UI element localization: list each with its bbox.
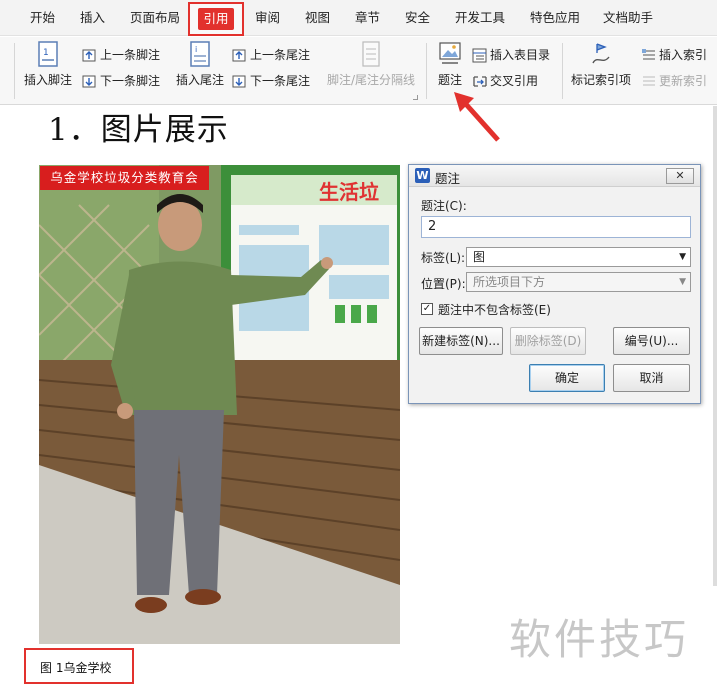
cross-reference-icon — [473, 76, 487, 87]
prev-endnote-icon — [232, 49, 246, 62]
dialog-title-bar[interactable]: W 题注 ✕ — [409, 165, 700, 187]
figure-caption[interactable]: 图 1乌金学校 — [40, 659, 111, 676]
wps-writer-icon: W — [415, 168, 430, 183]
svg-text:1: 1 — [43, 48, 49, 58]
next-footnote-label: 下一条脚注 — [100, 74, 161, 88]
caption-input[interactable]: 2 — [421, 216, 691, 238]
dialog-title: 题注 — [435, 171, 461, 186]
menu-page-layout[interactable]: 页面布局 — [130, 0, 180, 36]
separator-line-icon — [362, 41, 380, 67]
ribbon-separator — [14, 43, 15, 99]
photo-banner: 乌金学校垃圾分类教育会 — [40, 166, 209, 190]
caption-dialog: W 题注 ✕ 题注(C): 2 标签(L): 图 ▼ 位置(P): 所选项目下方… — [408, 164, 701, 404]
update-index-icon — [643, 76, 655, 86]
caption-icon — [439, 42, 461, 64]
ribbon-toolbar: 1 插入脚注 上一条脚注 下一条脚注 i 插入尾注 上一条尾注 下一条尾注 脚注… — [0, 37, 717, 105]
dropdown-arrow-icon: ▼ — [679, 277, 686, 287]
menu-chapter[interactable]: 章节 — [355, 0, 380, 36]
ribbon-separator — [562, 43, 563, 99]
prev-footnote-button[interactable]: 上一条脚注 — [82, 46, 160, 64]
menu-security[interactable]: 安全 — [405, 0, 430, 36]
menu-dev-tools[interactable]: 开发工具 — [455, 0, 505, 36]
group-expand-icon[interactable] — [413, 95, 418, 100]
new-label-button[interactable]: 新建标签(N)... — [419, 327, 503, 355]
next-footnote-icon — [82, 75, 96, 88]
next-endnote-icon — [232, 75, 246, 88]
menu-reference-highlight: 引用 — [188, 2, 244, 36]
delete-label-button[interactable]: 删除标签(D) — [510, 327, 586, 355]
cancel-button[interactable]: 取消 — [613, 364, 690, 392]
mark-index-icon — [592, 43, 610, 64]
document-heading: 1．图片展示 — [48, 112, 229, 148]
prev-footnote-label: 上一条脚注 — [100, 48, 161, 62]
menu-insert[interactable]: 插入 — [80, 0, 105, 36]
insert-index-label: 插入索引 — [659, 48, 708, 62]
position-select-value: 所选项目下方 — [473, 275, 546, 289]
menu-bar: 开始 插入 页面布局 引用 审阅 视图 章节 安全 开发工具 特色应用 文档助手 — [0, 0, 717, 36]
menu-review[interactable]: 审阅 — [255, 0, 280, 36]
photo-illustration: 生活垃 — [39, 165, 400, 644]
footnote-icon: 1 — [38, 41, 58, 67]
insert-index-icon — [642, 49, 655, 60]
vertical-scrollbar[interactable] — [713, 106, 717, 586]
update-index-button[interactable]: 更新索引 — [641, 72, 707, 90]
next-footnote-button[interactable]: 下一条脚注 — [82, 72, 160, 90]
ribbon-separator — [426, 43, 427, 99]
watermark: 软件技巧 — [509, 615, 690, 664]
dropdown-arrow-icon: ▼ — [679, 252, 686, 262]
insert-toc-table-button[interactable]: 插入表目录 — [472, 46, 550, 64]
mark-index-button[interactable]: 标记索引项 — [568, 41, 634, 88]
menu-doc-assistant[interactable]: 文档助手 — [603, 0, 653, 36]
note-separator-label: 脚注/尾注分隔线 — [326, 73, 416, 87]
poster-title: 生活垃 — [319, 180, 379, 204]
insert-footnote-label: 插入脚注 — [23, 73, 72, 87]
tag-field-label: 标签(L): — [421, 251, 466, 265]
caption-highlight-box: 图 1乌金学校 — [24, 648, 134, 684]
caption-label: 题注 — [437, 73, 462, 87]
menu-special-apps[interactable]: 特色应用 — [530, 0, 580, 36]
prev-endnote-button[interactable]: 上一条尾注 — [232, 46, 310, 64]
close-button[interactable]: ✕ — [666, 168, 694, 184]
insert-footnote-button[interactable]: 1 插入脚注 — [20, 41, 76, 88]
caption-field-label: 题注(C): — [421, 199, 467, 213]
tag-select-value: 图 — [473, 250, 486, 264]
menu-view[interactable]: 视图 — [305, 0, 330, 36]
note-separator-button[interactable]: 脚注/尾注分隔线 — [326, 41, 416, 88]
next-endnote-button[interactable]: 下一条尾注 — [232, 72, 310, 90]
insert-endnote-button[interactable]: i 插入尾注 — [172, 41, 228, 88]
checkmark-icon: ✓ — [422, 303, 432, 314]
insert-endnote-label: 插入尾注 — [175, 73, 224, 87]
exclude-label-checkbox[interactable]: ✓ — [421, 303, 433, 315]
position-field-label: 位置(P): — [421, 277, 466, 291]
caption-button[interactable]: 题注 — [432, 41, 468, 88]
close-icon: ✕ — [675, 169, 685, 182]
table-toc-icon — [472, 48, 487, 63]
menu-reference[interactable]: 引用 — [198, 8, 234, 30]
prev-footnote-icon — [82, 49, 96, 62]
mark-index-label: 标记索引项 — [570, 73, 631, 87]
ok-button[interactable]: 确定 — [529, 364, 605, 392]
next-endnote-label: 下一条尾注 — [250, 74, 311, 88]
update-index-label: 更新索引 — [659, 74, 708, 88]
prev-endnote-label: 上一条尾注 — [250, 48, 311, 62]
insert-toc-table-label: 插入表目录 — [490, 48, 551, 62]
insert-index-button[interactable]: 插入索引 — [641, 46, 707, 64]
pointer-arrow-icon — [454, 92, 500, 142]
cross-reference-label: 交叉引用 — [490, 74, 539, 88]
svg-text:i: i — [195, 45, 197, 54]
menu-start[interactable]: 开始 — [30, 0, 55, 36]
numbering-button[interactable]: 编号(U)... — [613, 327, 690, 355]
document-photo: 生活垃 乌金学校垃圾分类教育会 — [39, 165, 400, 644]
position-select[interactable]: 所选项目下方 ▼ — [466, 272, 691, 292]
endnote-icon: i — [190, 41, 210, 67]
exclude-label-text: 题注中不包含标签(E) — [438, 303, 551, 317]
tag-select[interactable]: 图 ▼ — [466, 247, 691, 267]
